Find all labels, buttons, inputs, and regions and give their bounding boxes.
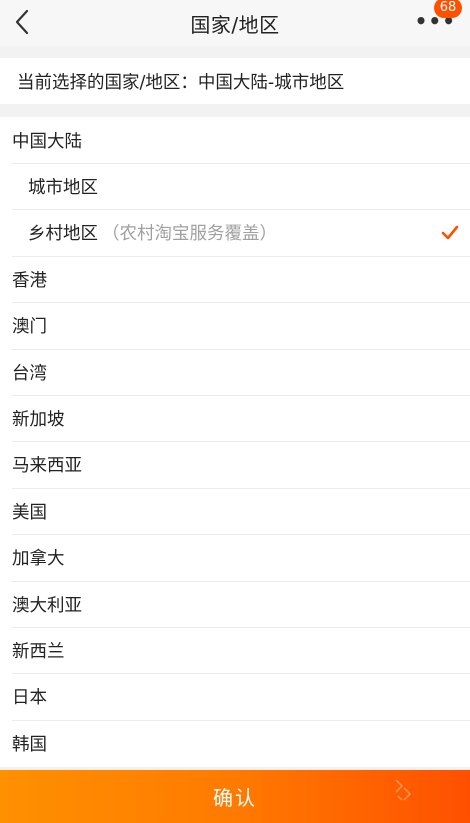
region-item[interactable]: 新加坡 [0,395,470,441]
region-item[interactable]: 新西兰 [0,627,470,673]
region-item[interactable]: 澳大利亚 [0,581,470,627]
current-selection: 当前选择的国家/地区：中国大陆-城市地区 [0,58,470,104]
region-item[interactable]: 澳门 [0,303,470,349]
chevron-left-icon [15,9,29,35]
notification-badge: 68 [434,0,462,18]
region-item[interactable]: 日本 [0,674,470,720]
region-item-label: 城市地区 [28,177,98,198]
region-item[interactable]: 香港 [0,256,470,302]
navbar: 国家/地区 ••• 68 [0,0,470,46]
region-item-label: 新加坡 [12,409,65,430]
page-title: 国家/地区 [190,12,280,37]
confirm-label: 确认 [213,786,257,810]
region-item-label: 韩国 [12,734,47,755]
region-item-label: 澳门 [12,317,47,338]
page: 国家/地区 ••• 68 当前选择的国家/地区：中国大陆-城市地区 中国大陆城市… [0,0,470,823]
region-item-label: 乡村地区 [28,224,98,245]
region-item-label: 加拿大 [12,549,65,570]
region-item[interactable]: 台湾 [0,349,470,395]
region-item-label: 日本 [12,688,47,709]
confirm-button[interactable]: 确认 [0,770,470,823]
region-item[interactable]: 乡村地区 （农村淘宝服务覆盖） [0,210,470,256]
watermark-icon [395,779,412,801]
region-item-sublabel: （农村淘宝服务覆盖） [102,224,277,245]
region-item-label: 马来西亚 [12,456,82,477]
region-item[interactable]: 美国 [0,488,470,534]
back-button[interactable] [4,2,40,42]
region-item[interactable]: 韩国 [0,720,470,766]
checkmark-icon [441,225,459,240]
region-item[interactable]: 马来西亚 [0,442,470,488]
region-item-label: 中国大陆 [12,131,82,152]
region-list: 中国大陆城市地区乡村地区 （农村淘宝服务覆盖） 香港澳门台湾新加坡马来西亚美国加拿大… [0,117,470,767]
region-item-label: 香港 [12,270,47,291]
current-selection-text: 当前选择的国家/地区：中国大陆-城市地区 [17,72,345,93]
more-button[interactable]: ••• 68 [415,0,466,42]
region-item[interactable]: 加拿大 [0,535,470,581]
region-item-label: 台湾 [12,363,47,384]
region-item-label: 美国 [12,502,47,523]
region-item[interactable]: 中国大陆 [0,117,470,163]
region-item-label: 澳大利亚 [12,595,82,616]
region-item[interactable]: 城市地区 [0,163,470,209]
region-item-label: 新西兰 [12,641,65,662]
